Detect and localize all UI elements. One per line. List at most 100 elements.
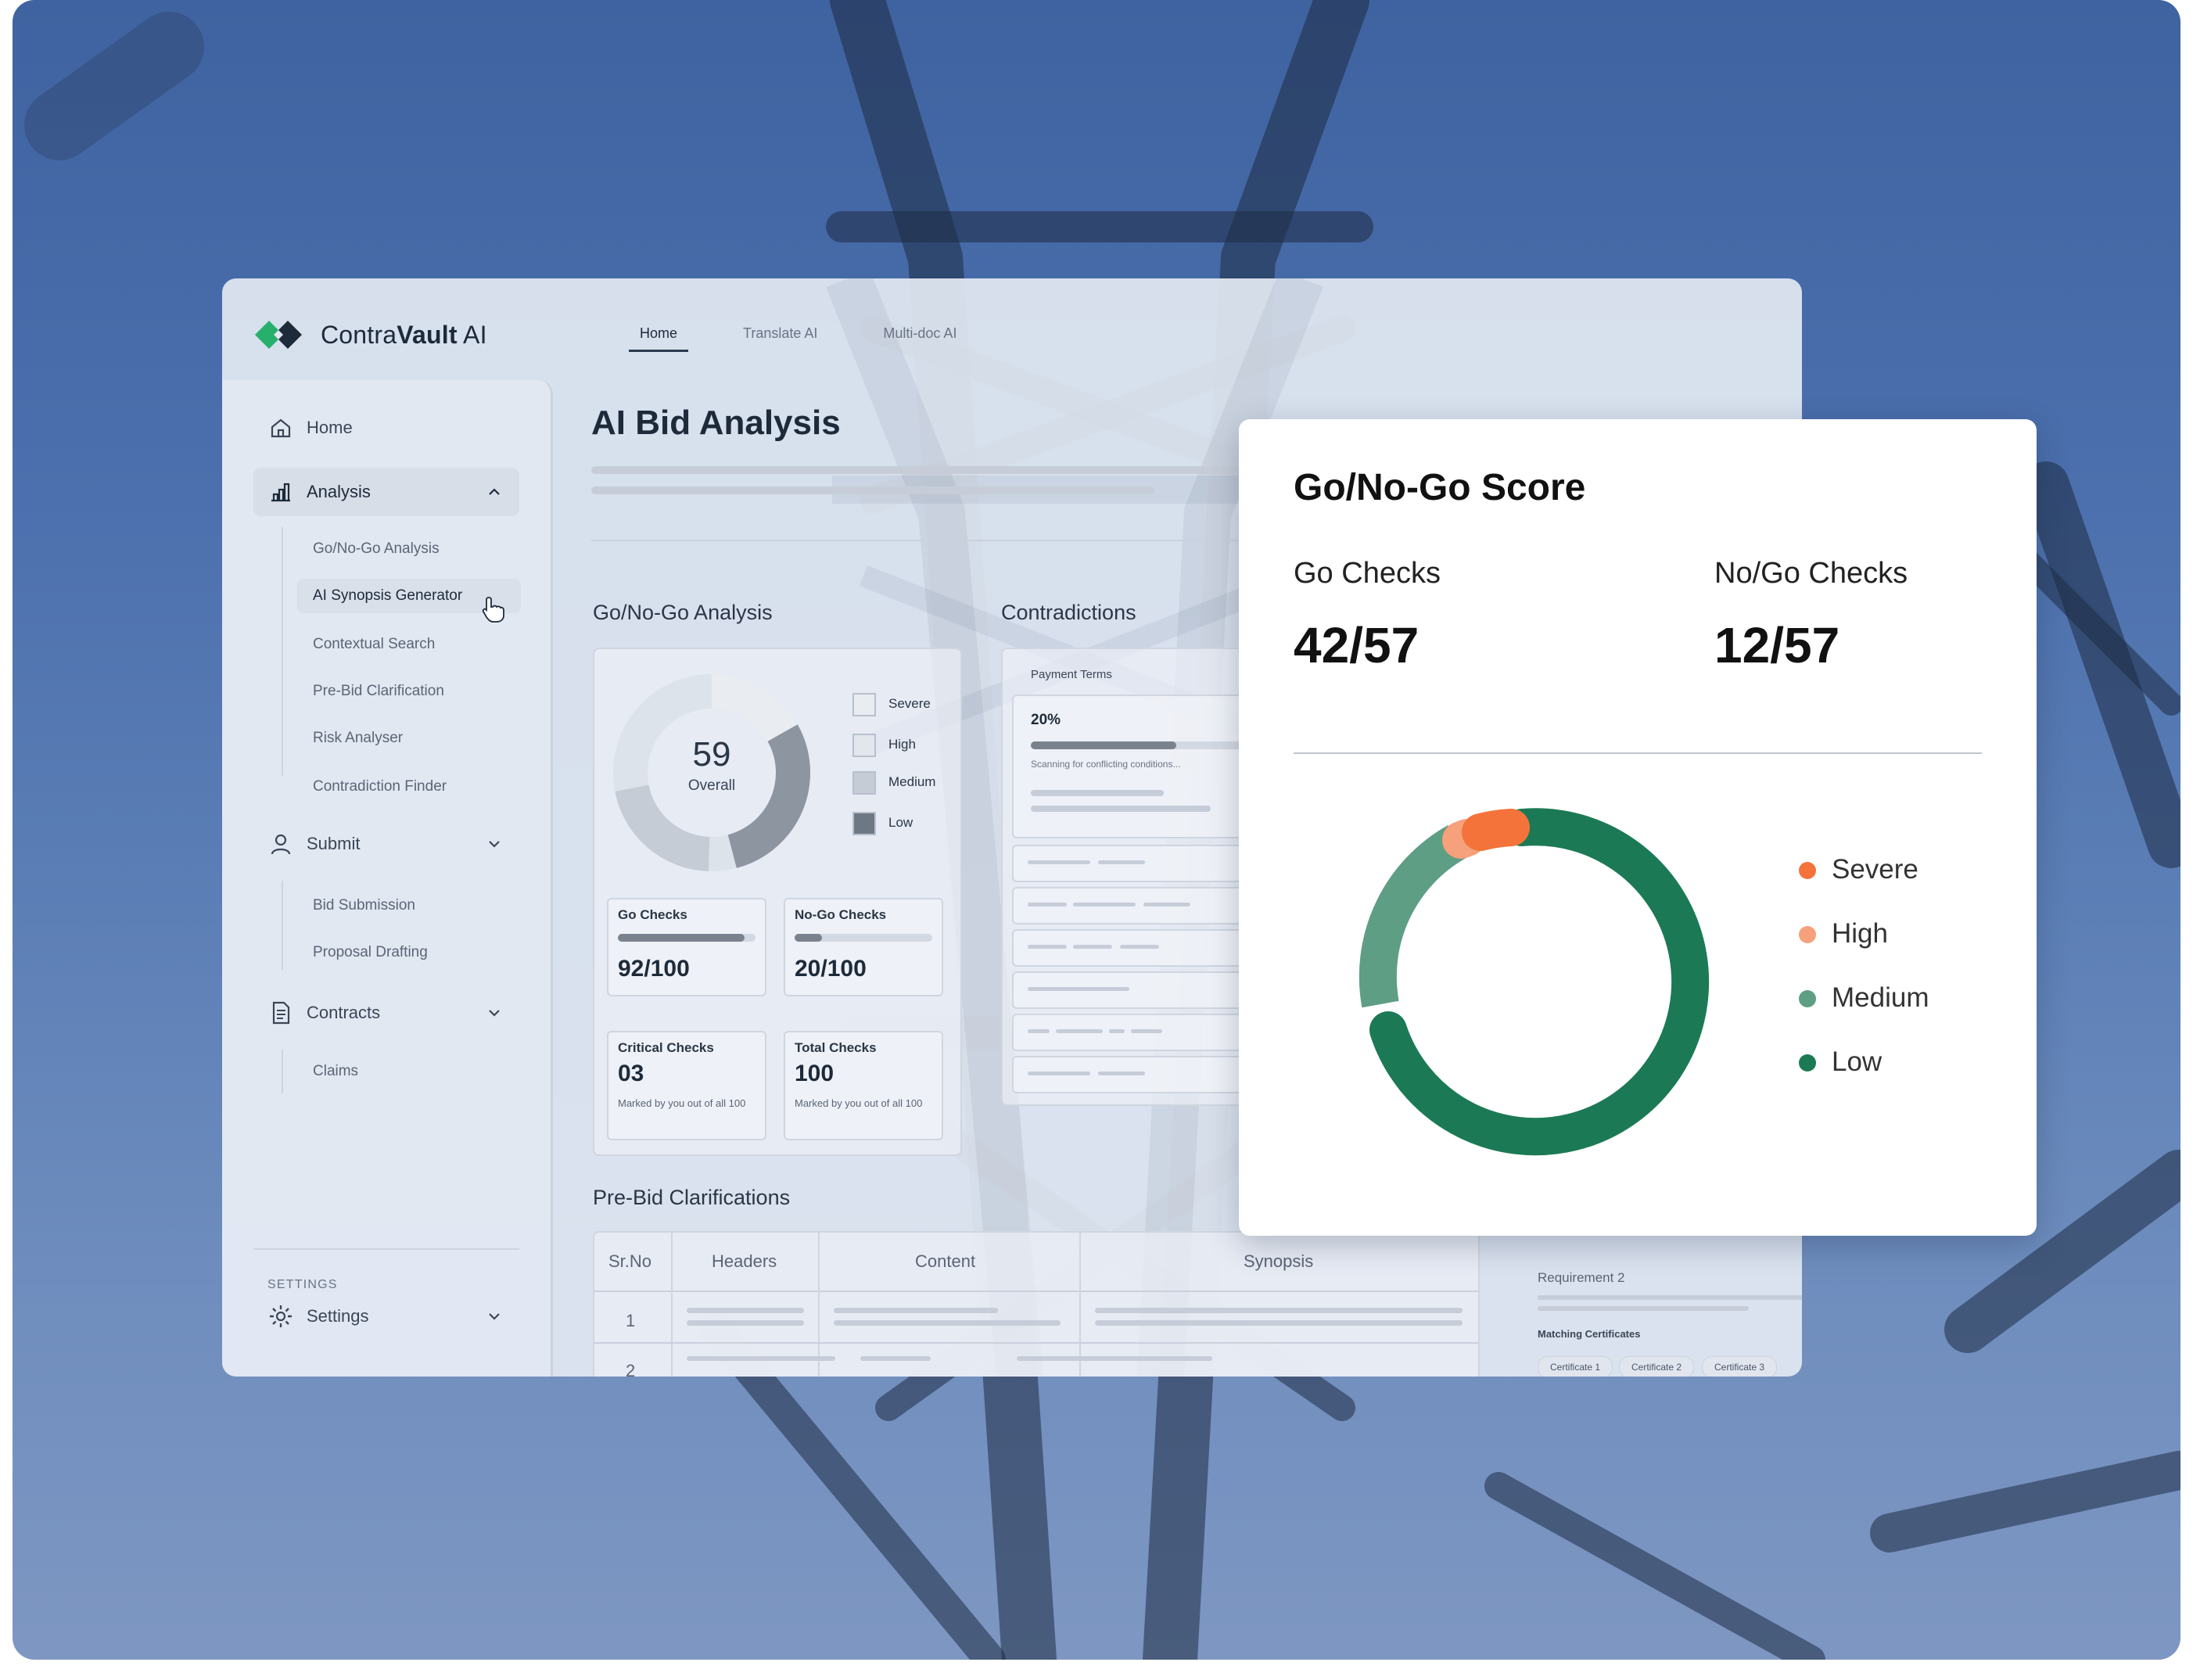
scan-progress-fill xyxy=(1031,741,1176,749)
donut-segment-severe xyxy=(1462,809,1530,851)
user-icon xyxy=(271,834,291,855)
list-item[interactable] xyxy=(1012,887,1265,924)
scanning-status: Scanning for conflicting conditions... xyxy=(1031,759,1181,770)
placeholder-line xyxy=(1017,1356,1212,1361)
critical-checks-card: Critical Checks 03 Marked by you out of … xyxy=(607,1031,766,1140)
placeholder-line xyxy=(687,1308,804,1313)
sidebar-item-label: Contracts xyxy=(307,1003,381,1022)
sub-item-bid-submission[interactable]: Bid Submission xyxy=(297,888,415,923)
contradictions-title: Contradictions xyxy=(1001,601,1136,624)
submenu-guide-line xyxy=(282,881,283,970)
placeholder-line xyxy=(687,1356,835,1361)
list-item[interactable] xyxy=(1012,845,1265,882)
payment-terms-item[interactable]: 20% Scanning for conflicting conditions.… xyxy=(1012,695,1265,838)
section-divider xyxy=(591,540,1264,541)
legend-label-low: Low xyxy=(1832,1046,1883,1077)
placeholder-line xyxy=(1095,1320,1463,1326)
go-checks-progress-fill xyxy=(618,934,745,942)
go-checks-card: Go Checks 92/100 xyxy=(607,898,766,996)
legend-label-medium: Medium xyxy=(1832,982,1929,1013)
logo-mark-icon xyxy=(255,321,302,349)
sub-item-contradiction-finder[interactable]: Contradiction Finder xyxy=(297,770,447,804)
sub-item-risk-analyser[interactable]: Risk Analyser xyxy=(297,721,403,756)
sub-item-label: AI Synopsis Generator xyxy=(313,587,463,604)
sidebar-item-label: Settings xyxy=(307,1306,369,1326)
settings-section-header: SETTINGS xyxy=(267,1278,338,1291)
bar-chart-icon xyxy=(271,483,290,502)
scene: ContraVault AI Home Translate AI Multi-d… xyxy=(0,0,2193,1680)
sidebar-item-contracts[interactable]: Contracts xyxy=(253,989,519,1037)
table-row-number: 2 xyxy=(626,1361,636,1377)
go-checks-label: Go Checks xyxy=(618,907,687,922)
sidebar-item-settings[interactable]: Settings xyxy=(253,1292,519,1341)
go-checks-value: 42/57 xyxy=(1294,617,1420,673)
total-checks-card: Total Checks 100 Marked by you out of al… xyxy=(784,1031,943,1140)
column-header-synopsis[interactable]: Synopsis xyxy=(1244,1251,1313,1272)
go-no-go-score-card: Go/No-Go Score Go Checks 42/57 No/Go Che… xyxy=(1239,419,2037,1236)
sub-item-contextual-search[interactable]: Contextual Search xyxy=(297,627,435,662)
payment-terms-label: Payment Terms xyxy=(1031,668,1112,681)
sub-item-pre-bid-clarification[interactable]: Pre-Bid Clarification xyxy=(297,674,444,709)
certificate-chip[interactable]: Certificate 1 xyxy=(1538,1356,1613,1377)
sidebar-item-label: Home xyxy=(307,418,353,437)
placeholder-line xyxy=(687,1320,804,1326)
placeholder-line xyxy=(591,486,1154,494)
sidebar-item-label: Submit xyxy=(307,834,361,853)
certificate-chip[interactable]: Certificate 2 xyxy=(1619,1356,1694,1377)
sidebar-item-submit[interactable]: Submit xyxy=(253,820,519,868)
pre-bid-table: Sr.No Headers Content Synopsis 1 2 xyxy=(593,1231,1480,1377)
go-checks-value: 92/100 xyxy=(618,956,690,982)
home-icon xyxy=(271,418,291,438)
sub-item-ai-synopsis-generator[interactable]: AI Synopsis Generator xyxy=(297,579,521,623)
list-item[interactable] xyxy=(1012,929,1265,967)
chevron-up-icon[interactable] xyxy=(486,484,502,500)
list-item[interactable] xyxy=(1012,971,1265,1009)
legend-dot-medium xyxy=(1799,990,1816,1007)
sidebar-item-analysis[interactable]: Analysis xyxy=(253,468,519,516)
placeholder-line xyxy=(1095,1308,1463,1313)
sub-item-claims[interactable]: Claims xyxy=(297,1054,358,1089)
no-go-checks-value: 20/100 xyxy=(795,956,867,982)
no-go-checks-label: No/Go Checks xyxy=(1714,557,1908,590)
column-header-content[interactable]: Content xyxy=(915,1251,975,1272)
legend-swatch-severe xyxy=(852,693,876,716)
chevron-down-icon[interactable] xyxy=(486,836,502,852)
requirement-panel: Requirement 2 Matching Certificates Cert… xyxy=(1514,1231,1802,1377)
score-card-title: Go/No-Go Score xyxy=(1294,467,1586,508)
placeholder-line xyxy=(591,466,1264,474)
go-no-go-card: 59 Overall Severe High Medium Low Go Che… xyxy=(593,648,962,1156)
column-header-sr-no[interactable]: Sr.No xyxy=(608,1251,651,1272)
table-row-number: 1 xyxy=(626,1311,636,1330)
chevron-down-icon[interactable] xyxy=(486,1308,502,1324)
tab-translate-ai[interactable]: Translate AI xyxy=(732,325,828,352)
document-icon xyxy=(272,1001,290,1025)
scan-progress-track xyxy=(1031,741,1265,749)
sidebar-divider xyxy=(253,1248,519,1250)
list-item[interactable] xyxy=(1012,1014,1265,1051)
sub-item-go-no-go-analysis[interactable]: Go/No-Go Analysis xyxy=(297,532,440,566)
critical-checks-value: 03 xyxy=(618,1061,644,1086)
column-header-headers[interactable]: Headers xyxy=(712,1251,777,1272)
total-checks-value: 100 xyxy=(795,1061,834,1086)
top-navigation: Home Translate AI Multi-doc AI xyxy=(629,325,1011,352)
placeholder-line xyxy=(1031,806,1211,812)
sub-item-proposal-drafting[interactable]: Proposal Drafting xyxy=(297,935,428,970)
critical-checks-note: Marked by you out of all 100 xyxy=(618,1097,746,1109)
list-item[interactable] xyxy=(1012,1056,1265,1093)
tab-multi-doc-ai[interactable]: Multi-doc AI xyxy=(872,325,967,352)
pre-bid-clarifications-title: Pre-Bid Clarifications xyxy=(593,1186,791,1209)
total-checks-label: Total Checks xyxy=(795,1040,877,1055)
contravault-logo[interactable]: ContraVault AI xyxy=(255,318,487,352)
score-divider xyxy=(1294,752,1982,754)
legend-swatch-high xyxy=(852,734,876,757)
chevron-down-icon[interactable] xyxy=(486,1005,502,1021)
matching-certificates-label: Matching Certificates xyxy=(1538,1328,1641,1340)
legend-label-severe: Severe xyxy=(1832,854,1918,885)
tab-home[interactable]: Home xyxy=(629,325,689,352)
legend-label-high: High xyxy=(888,737,916,752)
certificate-chip[interactable]: Certificate 3 xyxy=(1702,1356,1777,1377)
legend-label-high: High xyxy=(1832,918,1888,949)
placeholder-line xyxy=(1538,1295,1802,1300)
sidebar-item-home[interactable]: Home xyxy=(253,404,519,452)
legend-dot-low xyxy=(1799,1054,1816,1072)
